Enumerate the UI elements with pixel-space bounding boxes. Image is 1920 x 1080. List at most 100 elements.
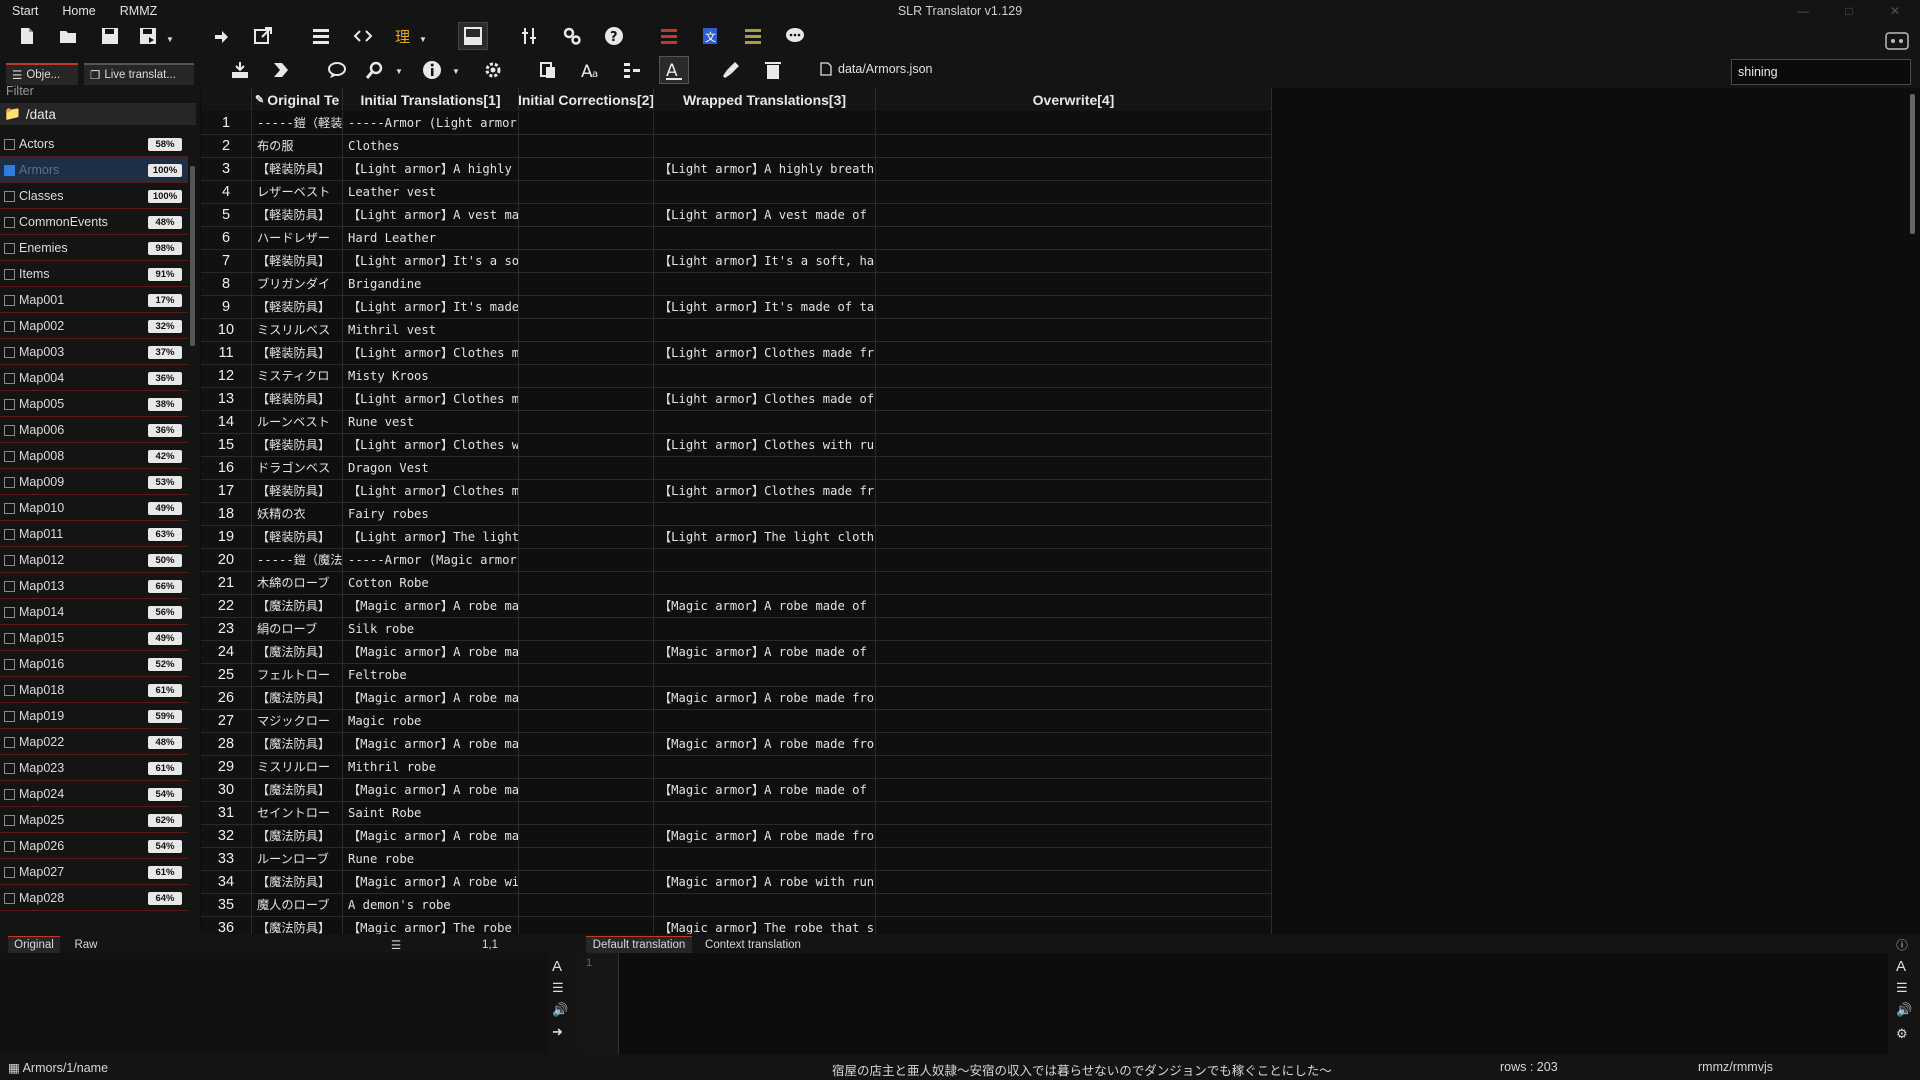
cell-initial-correction[interactable] bbox=[519, 779, 654, 802]
file-checkbox[interactable] bbox=[4, 659, 15, 670]
column-header-original[interactable]: ✎ Original Te bbox=[252, 88, 343, 111]
tools-icon[interactable] bbox=[515, 22, 545, 50]
cell-initial-correction[interactable] bbox=[519, 204, 654, 227]
table-row[interactable]: 17 【軽装防具】 【Light armor】Clothes m 【Light arm… bbox=[201, 480, 1272, 503]
file-item[interactable]: Map011 63% bbox=[0, 521, 188, 547]
file-item[interactable]: Map016 52% bbox=[0, 651, 188, 677]
cell-wrapped-translation[interactable] bbox=[654, 319, 876, 342]
info-icon[interactable] bbox=[417, 56, 447, 84]
file-checkbox[interactable] bbox=[4, 373, 15, 384]
file-checkbox[interactable] bbox=[4, 295, 15, 306]
cell-initial-correction[interactable] bbox=[519, 848, 654, 871]
cell-original[interactable]: フェルトロー bbox=[252, 664, 343, 687]
cell-initial-correction[interactable] bbox=[519, 871, 654, 894]
cell-wrapped-translation[interactable]: 【Light armor】Clothes with ru bbox=[654, 434, 876, 457]
cell-overwrite[interactable] bbox=[876, 158, 1272, 181]
file-checkbox[interactable] bbox=[4, 347, 15, 358]
cell-wrapped-translation[interactable]: 【Light armor】It's made of ta bbox=[654, 296, 876, 319]
cell-overwrite[interactable] bbox=[876, 296, 1272, 319]
cell-initial-correction[interactable] bbox=[519, 158, 654, 181]
cell-overwrite[interactable] bbox=[876, 848, 1272, 871]
cell-initial-translation[interactable]: 【Magic armor】The robe bbox=[343, 917, 519, 934]
cell-wrapped-translation[interactable]: 【Magic armor】A robe made of bbox=[654, 641, 876, 664]
cell-original[interactable]: 【魔法防具】 bbox=[252, 733, 343, 756]
arrow-right-icon[interactable]: ➜ bbox=[552, 1024, 572, 1044]
cell-overwrite[interactable] bbox=[876, 250, 1272, 273]
file-item[interactable]: Map026 54% bbox=[0, 833, 188, 859]
cell-overwrite[interactable] bbox=[876, 549, 1272, 572]
cell-original[interactable]: -----鎧（魔法 bbox=[252, 549, 343, 572]
cell-wrapped-translation[interactable]: 【Light armor】Clothes made of bbox=[654, 388, 876, 411]
translate-dropdown-icon[interactable]: ▼ bbox=[418, 25, 428, 53]
cell-wrapped-translation[interactable] bbox=[654, 503, 876, 526]
tab-default-translation[interactable]: Default translation bbox=[586, 936, 692, 953]
cell-overwrite[interactable] bbox=[876, 710, 1272, 733]
file-item[interactable]: Map028 64% bbox=[0, 885, 188, 911]
file-item[interactable]: Map023 61% bbox=[0, 755, 188, 781]
cell-initial-correction[interactable] bbox=[519, 526, 654, 549]
file-checkbox[interactable] bbox=[4, 139, 15, 150]
delete-icon[interactable] bbox=[758, 56, 788, 84]
cell-initial-correction[interactable] bbox=[519, 917, 654, 934]
cell-wrapped-translation[interactable]: 【Magic armor】A robe made fro bbox=[654, 687, 876, 710]
cell-wrapped-translation[interactable] bbox=[654, 273, 876, 296]
file-item[interactable]: CommonEvents 48% bbox=[0, 209, 188, 235]
file-item[interactable]: Classes 100% bbox=[0, 183, 188, 209]
cell-initial-correction[interactable] bbox=[519, 894, 654, 917]
cell-overwrite[interactable] bbox=[876, 733, 1272, 756]
cell-overwrite[interactable] bbox=[876, 572, 1272, 595]
wrap-icon[interactable] bbox=[617, 56, 647, 84]
file-checkbox[interactable] bbox=[4, 399, 15, 410]
save-dropdown-icon[interactable]: ▼ bbox=[165, 25, 175, 53]
file-item[interactable]: Armors 100% bbox=[0, 157, 188, 183]
cell-initial-correction[interactable] bbox=[519, 733, 654, 756]
code-icon[interactable] bbox=[348, 22, 378, 50]
cell-initial-translation[interactable]: Rune robe bbox=[343, 848, 519, 871]
cell-initial-correction[interactable] bbox=[519, 181, 654, 204]
cell-original[interactable]: ミスリルロー bbox=[252, 756, 343, 779]
cell-original[interactable]: ルーンローブ bbox=[252, 848, 343, 871]
maximize-icon[interactable]: □ bbox=[1832, 0, 1866, 22]
cell-initial-translation[interactable]: 【Light armor】Clothes m bbox=[343, 342, 519, 365]
cell-original[interactable]: 【軽装防具】 bbox=[252, 342, 343, 365]
table-row[interactable]: 23 絹のローブ Silk robe bbox=[201, 618, 1272, 641]
cell-initial-translation[interactable]: 【Magic armor】A robe ma bbox=[343, 733, 519, 756]
table-row[interactable]: 29 ミスリルロー Mithril robe bbox=[201, 756, 1272, 779]
open-folder-icon[interactable] bbox=[53, 22, 83, 50]
cell-original[interactable]: 【軽装防具】 bbox=[252, 526, 343, 549]
cell-original[interactable]: 布の服 bbox=[252, 135, 343, 158]
cell-wrapped-translation[interactable]: 【Light armor】A highly breath bbox=[654, 158, 876, 181]
batch-icon[interactable] bbox=[266, 56, 296, 84]
cell-wrapped-translation[interactable] bbox=[654, 411, 876, 434]
cell-wrapped-translation[interactable] bbox=[654, 549, 876, 572]
minimize-icon[interactable]: — bbox=[1786, 0, 1820, 22]
menu-rmmz[interactable]: RMMZ bbox=[108, 0, 170, 22]
cell-initial-correction[interactable] bbox=[519, 112, 654, 135]
file-item[interactable]: Map009 53% bbox=[0, 469, 188, 495]
cell-overwrite[interactable] bbox=[876, 319, 1272, 342]
file-item[interactable]: Map012 50% bbox=[0, 547, 188, 573]
cell-initial-correction[interactable] bbox=[519, 388, 654, 411]
table-row[interactable]: 24 【魔法防具】 【Magic armor】A robe ma 【Magic arm… bbox=[201, 641, 1272, 664]
cell-wrapped-translation[interactable] bbox=[654, 365, 876, 388]
cell-initial-translation[interactable]: Clothes bbox=[343, 135, 519, 158]
table-row[interactable]: 4 レザーベスト Leather vest bbox=[201, 181, 1272, 204]
wrap-lines-icon-right[interactable]: ☰ bbox=[1896, 980, 1916, 1000]
main-scrollbar[interactable] bbox=[1910, 94, 1915, 234]
cell-initial-translation[interactable]: Misty Kroos bbox=[343, 365, 519, 388]
file-checkbox[interactable] bbox=[4, 451, 15, 462]
cell-overwrite[interactable] bbox=[876, 825, 1272, 848]
column-header-wrapped-translations[interactable]: Wrapped Translations[3] bbox=[654, 88, 876, 111]
panel-toggle-icon[interactable] bbox=[458, 22, 488, 50]
cell-original[interactable]: 魔人のローブ bbox=[252, 894, 343, 917]
cell-initial-correction[interactable] bbox=[519, 480, 654, 503]
cell-original[interactable]: 【魔法防具】 bbox=[252, 641, 343, 664]
cell-initial-translation[interactable]: 【Light armor】The light bbox=[343, 526, 519, 549]
cell-initial-correction[interactable] bbox=[519, 434, 654, 457]
table-row[interactable]: 10 ミスリルベス Mithril vest bbox=[201, 319, 1272, 342]
cell-initial-translation[interactable]: 【Light armor】Clothes m bbox=[343, 480, 519, 503]
cell-overwrite[interactable] bbox=[876, 618, 1272, 641]
cell-overwrite[interactable] bbox=[876, 802, 1272, 825]
cell-initial-correction[interactable] bbox=[519, 595, 654, 618]
cell-overwrite[interactable] bbox=[876, 641, 1272, 664]
